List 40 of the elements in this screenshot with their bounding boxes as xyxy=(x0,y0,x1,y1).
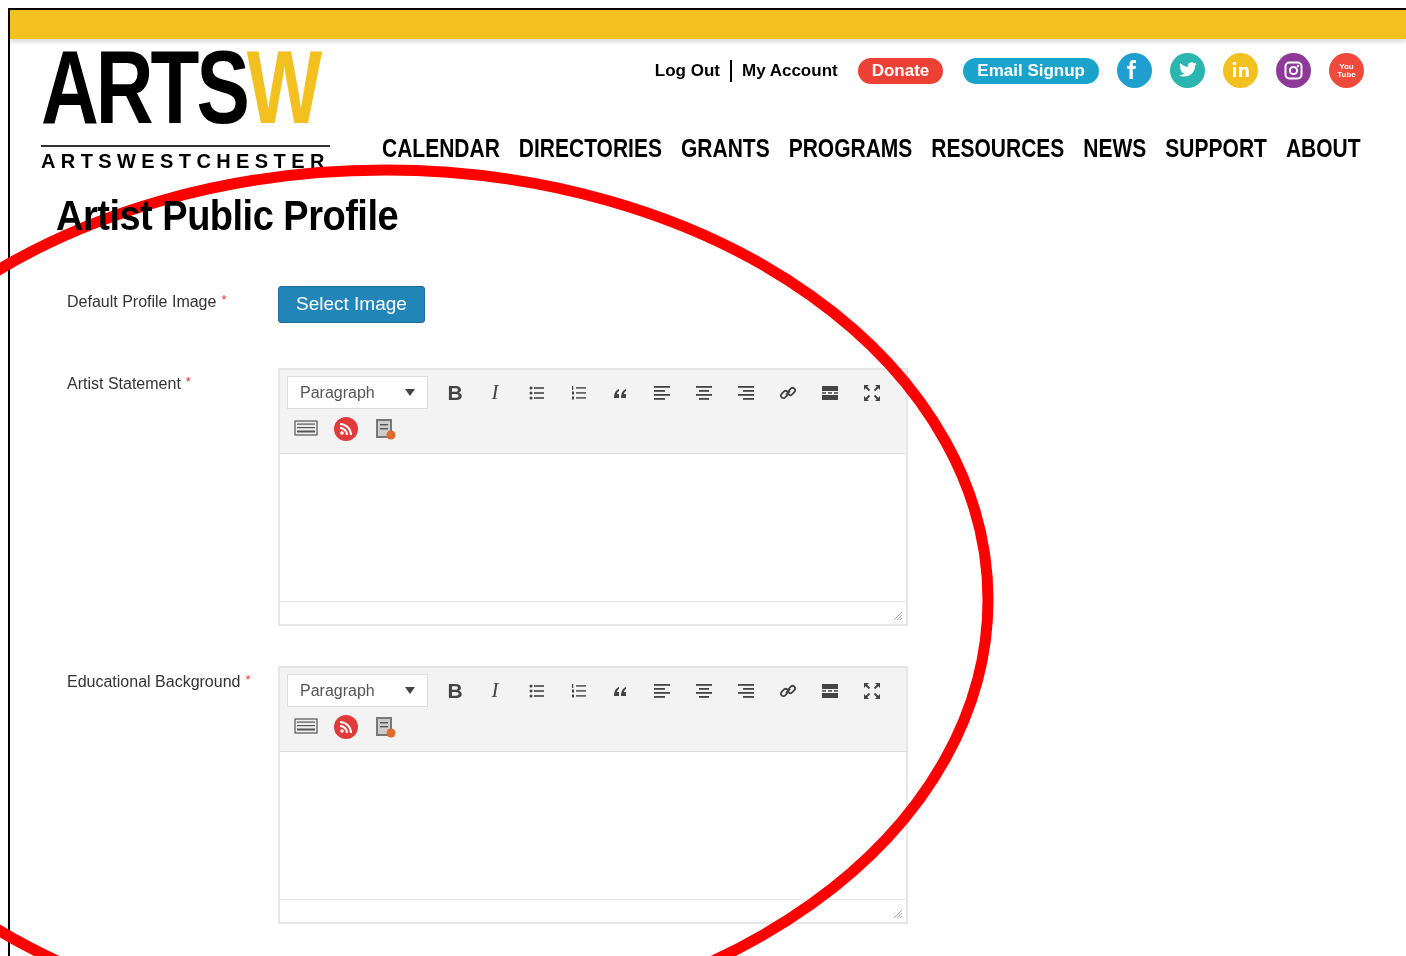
select-image-button[interactable]: Select Image xyxy=(278,286,425,323)
nav-link[interactable]: GRANTS xyxy=(680,135,770,162)
format-dropdown[interactable]: Paragraph xyxy=(287,674,428,707)
caret-icon xyxy=(405,687,415,694)
nav-link[interactable]: My Account xyxy=(741,57,838,84)
nav-link[interactable]: NEWS xyxy=(1083,135,1147,162)
rss-icon[interactable] xyxy=(334,416,358,441)
nav-link[interactable]: SUPPORT xyxy=(1165,135,1267,162)
instagram-icon[interactable] xyxy=(1276,53,1311,88)
fullscreen-icon[interactable] xyxy=(862,382,882,403)
required-mark: * xyxy=(221,291,227,309)
italic-button[interactable]: I xyxy=(476,674,514,707)
bold-button[interactable]: B xyxy=(436,674,474,707)
nav-link[interactable]: ABOUT xyxy=(1285,135,1361,162)
document-list-icon[interactable] xyxy=(374,714,398,739)
italic-button[interactable]: I xyxy=(476,376,514,409)
facebook-icon[interactable] xyxy=(1117,53,1152,88)
logo-text: ARTS xyxy=(41,36,247,140)
field-label: Educational Background xyxy=(67,672,241,692)
required-mark: * xyxy=(185,373,191,391)
field-label: Default Profile Image xyxy=(67,292,217,312)
rss-icon[interactable] xyxy=(334,714,358,739)
required-mark: * xyxy=(245,671,251,689)
format-dropdown[interactable]: Paragraph xyxy=(287,376,428,409)
header-button[interactable]: Donate xyxy=(857,57,944,84)
caret-icon xyxy=(405,389,415,396)
resize-handle-icon[interactable] xyxy=(893,909,903,919)
nav-link[interactable]: RESOURCES xyxy=(931,135,1065,162)
bold-button[interactable]: B xyxy=(436,376,474,409)
nav-link[interactable]: DIRECTORIES xyxy=(518,135,662,162)
nav-link[interactable]: CALENDAR xyxy=(382,135,500,162)
logo-text: W xyxy=(246,36,320,140)
youtube-icon[interactable]: You Tube xyxy=(1329,53,1364,88)
resize-handle-icon[interactable] xyxy=(893,611,903,621)
fullscreen-icon[interactable] xyxy=(862,680,882,701)
document-list-icon[interactable] xyxy=(374,416,398,441)
logo-subtitle: ARTSWESTCHESTER xyxy=(41,151,331,171)
nav-link[interactable]: PROGRAMS xyxy=(788,135,913,162)
field-label: Artist Statement xyxy=(67,374,181,394)
nav-link[interactable]: Log Out xyxy=(654,57,720,84)
